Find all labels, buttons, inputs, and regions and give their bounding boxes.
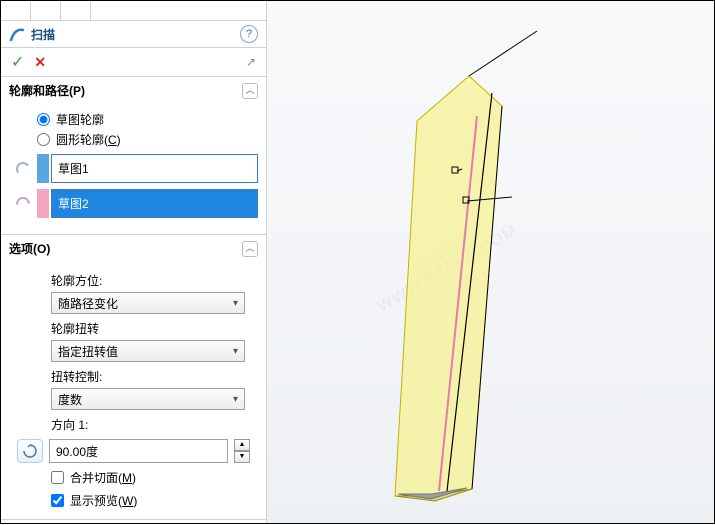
profile-arc-icon: [9, 158, 37, 180]
profile-field-row: 草图1: [9, 154, 258, 183]
radio-sketch-profile[interactable]: 草图轮廓: [37, 111, 258, 128]
tab-3[interactable]: [61, 1, 91, 20]
radio-circle-input[interactable]: [37, 133, 50, 146]
confirm-bar: ✓ ✕ ↗: [1, 48, 266, 77]
section-options: 选项(O) ︿ 轮廓方位: 随路径变化 ▾ 轮廓扭转 指定扭转值 ▾ 扭转控制:…: [1, 235, 266, 520]
show-preview-label: 显示预览(W): [70, 492, 137, 509]
profile-color-swatch: [37, 154, 49, 183]
twist-ctrl-label: 扭转控制:: [51, 368, 258, 385]
direction-label: 方向 1:: [51, 416, 258, 433]
show-preview-checkbox-row[interactable]: 显示预览(W): [51, 492, 258, 509]
orient-dropdown[interactable]: 随路径变化 ▾: [51, 292, 245, 314]
radio-circle-label: 圆形轮廓(C): [56, 131, 121, 148]
dropdown-arrow-icon: ▾: [233, 394, 238, 405]
profile-selection-input[interactable]: 草图1: [51, 154, 258, 183]
sweep-icon: [9, 26, 25, 42]
merge-faces-checkbox-row[interactable]: 合并切面(M): [51, 469, 258, 486]
cancel-button[interactable]: ✕: [34, 54, 46, 71]
panel-tabs: [1, 1, 266, 21]
path-arc-icon: [9, 193, 37, 215]
path-field-row: 草图2: [9, 189, 258, 218]
section-header-profile-path[interactable]: 轮廓和路径(P) ︿: [1, 77, 266, 104]
path-selection-input[interactable]: 草图2: [51, 189, 258, 218]
3d-viewport[interactable]: 软件自学网 WWW.RJZXW.COM 轮廓(草图1) 路径(草图2): [267, 1, 714, 523]
dropdown-arrow-icon: ▾: [233, 298, 238, 309]
tab-1[interactable]: [1, 1, 31, 20]
direction-value-input[interactable]: 90.00度: [49, 439, 228, 463]
merge-faces-label: 合并切面(M): [70, 469, 136, 486]
sweep-preview-geometry: [267, 1, 715, 525]
twist-dropdown[interactable]: 指定扭转值 ▾: [51, 340, 245, 362]
radio-sketch-label: 草图轮廓: [56, 111, 104, 128]
twist-label: 轮廓扭转: [51, 320, 258, 337]
reverse-direction-button[interactable]: [17, 439, 43, 463]
section-header-options[interactable]: 选项(O) ︿: [1, 235, 266, 262]
panel-header: 扫描 ?: [1, 21, 266, 48]
collapse-icon[interactable]: ︿: [242, 241, 258, 257]
panel-title: 扫描: [31, 26, 240, 43]
radio-sketch-input[interactable]: [37, 113, 50, 126]
property-panel: 扫描 ? ✓ ✕ ↗ 轮廓和路径(P) ︿ 草图轮廓 圆形轮廓(C) 草图1: [1, 1, 267, 523]
collapse-icon[interactable]: ︿: [242, 83, 258, 99]
section-profile-path: 轮廓和路径(P) ︿ 草图轮廓 圆形轮廓(C) 草图1 草图2: [1, 77, 266, 235]
direction-row: 90.00度 ▲ ▼: [9, 439, 258, 463]
show-preview-checkbox[interactable]: [51, 494, 64, 507]
ok-button[interactable]: ✓: [11, 52, 24, 72]
dropdown-arrow-icon: ▾: [233, 346, 238, 357]
spin-down-button[interactable]: ▼: [234, 451, 250, 463]
section-title: 轮廓和路径(P): [9, 82, 242, 99]
merge-faces-checkbox[interactable]: [51, 471, 64, 484]
tab-2[interactable]: [31, 1, 61, 20]
path-color-swatch: [37, 189, 49, 218]
twist-ctrl-dropdown[interactable]: 度数 ▾: [51, 388, 245, 410]
spin-up-button[interactable]: ▲: [234, 439, 250, 451]
pushpin-icon[interactable]: ↗: [246, 55, 256, 69]
direction-spinner: ▲ ▼: [234, 439, 250, 463]
radio-circle-profile[interactable]: 圆形轮廓(C): [37, 131, 258, 148]
orient-label: 轮廓方位:: [51, 272, 258, 289]
section-title: 选项(O): [9, 240, 242, 257]
help-button[interactable]: ?: [240, 25, 258, 43]
